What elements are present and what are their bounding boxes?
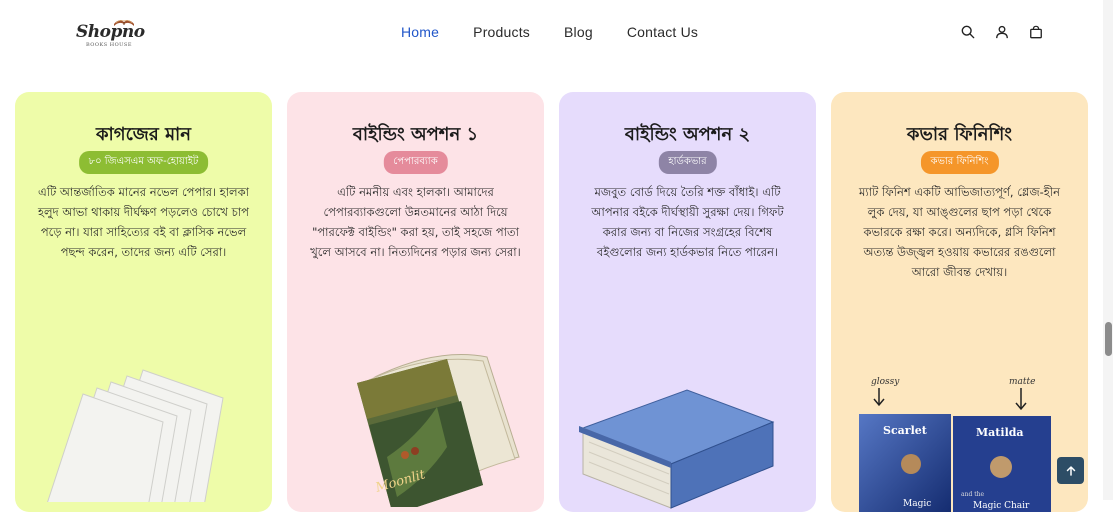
search-icon[interactable] — [961, 24, 977, 40]
cart-icon[interactable] — [1029, 24, 1045, 40]
site-header: Shopno BOOKS HOUSE Home Products Blog Co… — [0, 0, 1103, 66]
page-scrollbar[interactable] — [1103, 0, 1113, 500]
book1-title: Scarlet — [883, 424, 928, 437]
matte-label: matte — [1009, 377, 1035, 387]
card-description: এটি নমনীয় এবং হালকা। আমাদের পেপারব্যাকগ… — [310, 185, 521, 259]
nav-blog[interactable]: Blog — [564, 24, 593, 40]
main-nav: Home Products Blog Contact Us — [401, 24, 732, 40]
nav-products[interactable]: Products — [473, 24, 530, 40]
card-title: কাগজের মান — [95, 124, 192, 145]
hardcover-book-illustration — [579, 389, 775, 509]
book2-subtitle-small: and the — [961, 491, 984, 498]
site-logo[interactable]: Shopno BOOKS HOUSE — [72, 14, 145, 54]
card-title: বাইন্ডিং অপশন ১ — [352, 124, 479, 145]
logo-subtitle: BOOKS HOUSE — [86, 42, 132, 48]
cover-finish-illustration: glossy matte Scarlet Magic Matilda and t… — [859, 377, 1051, 512]
cover-finishing-card: কভার ফিনিশিং কভার ফিনিশিং ম্যাট ফিনিশ এক… — [831, 92, 1088, 512]
card-description: মজবুত বোর্ড দিয়ে তৈরি শক্ত বাঁধাই। এটি … — [591, 185, 784, 259]
nav-home[interactable]: Home — [401, 24, 439, 40]
paperback-book-illustration: Moonlit — [357, 354, 520, 507]
user-icon[interactable] — [995, 24, 1011, 40]
card-title: কভার ফিনিশিং — [906, 124, 1013, 145]
open-book-icon — [114, 20, 134, 26]
card-badge: পেপারব্যাক — [383, 151, 448, 174]
hardcover-binding-card: বাইন্ডিং অপশন ২ হার্ডকভার মজবুত বোর্ড দি… — [559, 92, 816, 512]
paperback-binding-card: বাইন্ডিং অপশন ১ পেপারব্যাক এটি নমনীয় এব… — [287, 92, 544, 512]
arrow-up-icon — [1066, 465, 1075, 476]
card-description: এটি আন্তর্জাতিক মানের নভেল পেপার। হালকা … — [37, 185, 250, 259]
paper-stack-illustration — [47, 369, 224, 502]
card-description: ম্যাট ফিনিশ একটি আভিজাত্যপূর্ণ, গ্লেজ-হী… — [859, 185, 1060, 279]
book1-subtitle: Magic — [903, 499, 931, 509]
card-title: বাইন্ডিং অপশন ২ — [624, 124, 751, 145]
glossy-label: glossy — [871, 377, 900, 387]
clipped-section-text: ' ' ' ' ' ' ' ' ' ' ' ' ' ' ' — [430, 60, 670, 66]
card-badge: ৮০ জিএসএম অফ-হোয়াইট — [78, 151, 209, 174]
scrollbar-thumb[interactable] — [1105, 322, 1112, 356]
nav-contact-us[interactable]: Contact Us — [627, 24, 698, 40]
paper-quality-card: কাগজের মান ৮০ জিএসএম অফ-হোয়াইট এটি আন্ত… — [15, 92, 272, 512]
book2-title: Matilda — [976, 426, 1024, 439]
card-badge: কভার ফিনিশিং — [920, 151, 999, 174]
book2-subtitle: Magic Chair — [973, 501, 1030, 511]
card-badge: হার্ডকভার — [658, 151, 717, 174]
back-to-top-button[interactable] — [1057, 457, 1084, 484]
header-actions — [961, 24, 1045, 40]
